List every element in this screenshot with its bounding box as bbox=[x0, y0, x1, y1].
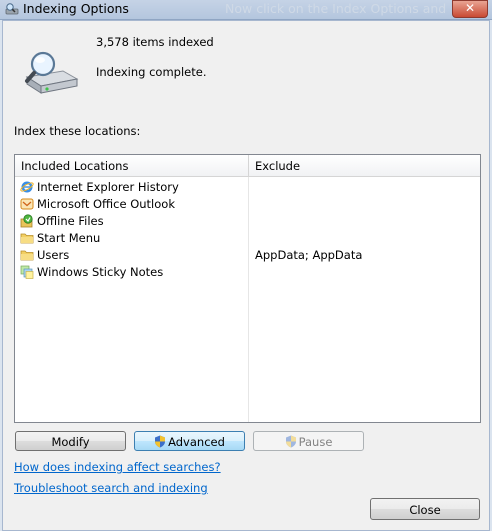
indexing-options-icon bbox=[5, 3, 19, 15]
location-name: Offline Files bbox=[37, 214, 104, 228]
list-item[interactable]: Microsoft Office Outlook bbox=[19, 196, 479, 213]
folder-icon bbox=[20, 250, 34, 261]
troubleshoot-link[interactable]: Troubleshoot search and indexing bbox=[14, 481, 208, 495]
locations-list[interactable]: Included Locations Exclude Internet Expl… bbox=[14, 154, 481, 423]
column-divider[interactable] bbox=[248, 155, 249, 176]
sticky-notes-icon bbox=[20, 265, 34, 279]
uac-shield-icon bbox=[285, 435, 296, 448]
outlook-icon bbox=[20, 198, 34, 210]
location-name: Internet Explorer History bbox=[37, 180, 179, 194]
list-item[interactable]: Offline Files bbox=[19, 213, 479, 230]
location-exclude: AppData; AppData bbox=[255, 248, 363, 262]
indexing-status: Indexing complete. bbox=[96, 65, 207, 79]
pause-button[interactable]: Pause bbox=[253, 431, 364, 451]
location-name: Windows Sticky Notes bbox=[37, 265, 164, 279]
close-button-label: Close bbox=[409, 503, 441, 517]
list-item[interactable]: Windows Sticky Notes bbox=[19, 264, 479, 281]
locations-label: Index these locations: bbox=[14, 124, 141, 138]
column-header-included[interactable]: Included Locations bbox=[21, 159, 128, 173]
location-name: Users bbox=[37, 248, 70, 262]
list-header: Included Locations Exclude bbox=[15, 155, 480, 177]
window-close-button[interactable]: ✕ bbox=[452, 0, 488, 18]
column-header-exclude[interactable]: Exclude bbox=[255, 159, 300, 173]
modify-button[interactable]: Modify bbox=[15, 431, 126, 451]
dialog-body: 3,578 items indexed Indexing complete. I… bbox=[2, 20, 490, 531]
list-item[interactable]: Internet Explorer History bbox=[19, 179, 479, 196]
pause-button-label: Pause bbox=[298, 435, 333, 449]
search-drive-icon bbox=[25, 51, 79, 94]
list-item[interactable]: Start Menu bbox=[19, 230, 479, 247]
modify-button-label: Modify bbox=[51, 435, 90, 449]
location-name: Start Menu bbox=[37, 231, 101, 245]
advanced-button[interactable]: Advanced bbox=[134, 431, 245, 451]
internet-explorer-icon bbox=[20, 181, 34, 193]
folder-icon bbox=[20, 233, 34, 244]
how-indexing-affects-link[interactable]: How does indexing affect searches? bbox=[14, 460, 221, 474]
items-indexed-count: 3,578 items indexed bbox=[96, 35, 214, 49]
list-item[interactable]: Users AppData; AppData bbox=[19, 247, 479, 264]
background-window-text: Now click on the Index Options and bbox=[225, 1, 447, 16]
location-name: Microsoft Office Outlook bbox=[37, 197, 175, 211]
window-title: Indexing Options bbox=[23, 1, 129, 16]
uac-shield-icon bbox=[155, 435, 166, 448]
title-bar[interactable]: Indexing Options Now click on the Index … bbox=[0, 0, 492, 20]
close-button[interactable]: Close bbox=[370, 498, 480, 520]
advanced-button-label: Advanced bbox=[168, 435, 225, 449]
offline-files-icon bbox=[20, 214, 33, 228]
